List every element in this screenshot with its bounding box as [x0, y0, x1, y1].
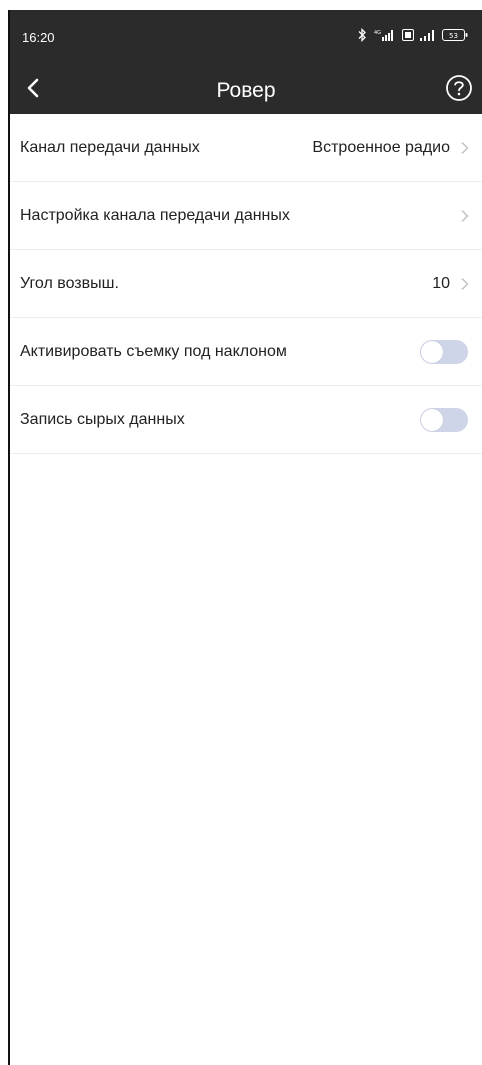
chevron-right-icon — [460, 277, 470, 291]
tilt-survey-toggle[interactable] — [420, 340, 468, 364]
svg-text:53: 53 — [449, 32, 458, 40]
svg-text:4G: 4G — [374, 30, 381, 36]
row-data-channel[interactable]: Канал передачи данных Встроенное радио — [10, 114, 482, 182]
toggle-knob — [421, 409, 443, 431]
bluetooth-icon — [356, 28, 368, 42]
row-label: Угол возвыш. — [20, 275, 119, 292]
status-time: 16:20 — [22, 30, 55, 45]
row-raw-data: Запись сырых данных — [10, 386, 482, 454]
row-label: Активировать съемку под наклоном — [20, 343, 287, 360]
row-elevation-angle[interactable]: Угол возвыш. 10 — [10, 250, 482, 318]
question-circle-icon[interactable] — [444, 73, 474, 103]
raw-data-toggle[interactable] — [420, 408, 468, 432]
app-screen: 16:20 4G 53 Ровер Канал передачи данных … — [8, 10, 482, 1065]
chevron-right-icon — [460, 209, 470, 223]
toggle-knob — [421, 341, 443, 363]
row-data-channel-settings[interactable]: Настройка канала передачи данных — [10, 182, 482, 250]
data-saver-icon — [402, 29, 414, 41]
signal-icon — [420, 29, 436, 41]
row-label: Запись сырых данных — [20, 411, 185, 428]
nav-bar: Ровер — [10, 66, 482, 110]
row-value: Встроенное радио — [312, 139, 450, 156]
row-tilt-survey: Активировать съемку под наклоном — [10, 318, 482, 386]
status-icons: 4G 53 — [356, 27, 468, 43]
row-label: Настройка канала передачи данных — [20, 207, 290, 224]
row-value: 10 — [432, 275, 450, 292]
chevron-right-icon — [460, 141, 470, 155]
signal-4g-icon: 4G — [374, 29, 396, 41]
status-bar: 16:20 4G 53 — [10, 10, 482, 50]
battery-icon: 53 — [442, 29, 468, 41]
settings-list: Канал передачи данных Встроенное радио Н… — [10, 114, 482, 454]
top-bar: 16:20 4G 53 Ровер — [10, 10, 482, 114]
row-label: Канал передачи данных — [20, 139, 200, 156]
page-title: Ровер — [216, 79, 276, 102]
